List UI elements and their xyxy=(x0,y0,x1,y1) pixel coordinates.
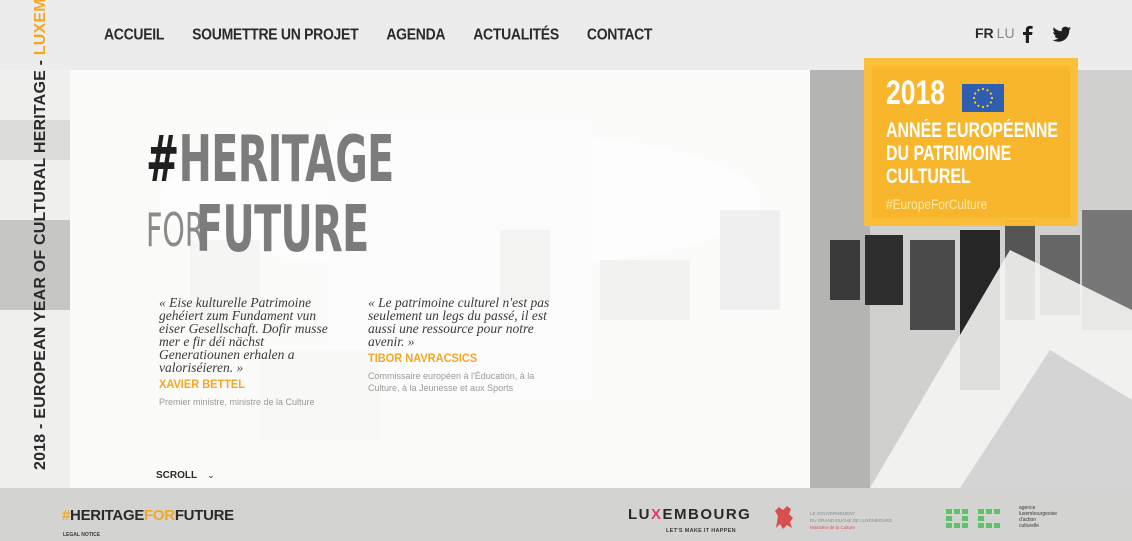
nav-item-accueil[interactable]: ACCUEIL xyxy=(104,25,164,43)
footer-logo-future: FUTURE xyxy=(174,507,234,524)
quote-author: XAVIER BETTEL xyxy=(159,378,245,392)
side-vertical-title: 2018 - EUROPEAN YEAR OF CULTURAL HERITAG… xyxy=(32,0,50,470)
gov-line-3: Ministère de la Culture xyxy=(810,525,856,530)
oc-agency-logo[interactable]: agence luxembourgeoise d'action culturel… xyxy=(944,505,1057,536)
legal-notice-link[interactable]: LEGAL NOTICE xyxy=(63,532,100,538)
side-title-country: LUXEMBOURG xyxy=(32,0,49,55)
scroll-label: SCROLL xyxy=(156,470,198,481)
quote-author: TIBOR NAVRACSICS xyxy=(368,352,478,366)
language-switcher: FR LU xyxy=(975,25,1015,41)
nav-item-soumettre-un-projet[interactable]: SOUMETTRE UN PROJET xyxy=(192,25,359,43)
badge-hashtag: #EuropeForCulture xyxy=(886,196,988,212)
quote-bettel: « Eise kulturelle Patrimoine gehéiert zu… xyxy=(159,296,344,408)
hero-hash: # xyxy=(146,123,179,197)
language-fr[interactable]: FR xyxy=(975,25,994,41)
facebook-icon[interactable] xyxy=(1018,24,1038,44)
badge-line-3: CULTUREL xyxy=(886,165,971,188)
quote-role: Premier ministre, ministre de la Culture xyxy=(159,397,315,407)
badge-year: 2018 xyxy=(886,74,945,112)
badge-line-1: ANNÉE EUROPÉENNE xyxy=(886,119,1059,142)
quote-role: Commissaire européen à l'Éducation, à la… xyxy=(368,371,535,393)
hero-heritage-line: #HERITAGE xyxy=(146,128,394,192)
lux-x: X xyxy=(651,506,663,523)
oc-logo-icon xyxy=(946,509,1000,528)
footer-logo-for: FOR xyxy=(144,507,175,524)
scroll-button[interactable]: SCROLL ⌄ xyxy=(156,470,215,481)
oc-line-4: culturelle xyxy=(1019,523,1040,529)
european-year-badge: 2018 ANNÉE EUROPÉENNE DU PATRIMOINE CULT… xyxy=(864,58,1078,226)
nav-item-contact[interactable]: CONTACT xyxy=(587,25,653,43)
badge-line-2: DU PATRIMOINE xyxy=(886,142,1012,165)
hero-future: FUTURE xyxy=(196,193,369,267)
footer-heritage-logo[interactable]: #HERITAGEFORFUTURE xyxy=(62,507,234,525)
gov-line-2: DU GRAND-DUCHÉ DE LUXEMBOURG xyxy=(810,518,893,523)
hero-heritage: HERITAGE xyxy=(178,123,395,197)
quote-navracsics: « Le patrimoine culturel n'est pas seule… xyxy=(368,296,558,394)
footer-logo-hash: # xyxy=(62,507,71,524)
quote-text: « Le patrimoine culturel n'est pas seule… xyxy=(368,295,550,349)
lion-icon xyxy=(775,506,793,529)
lux-pre: LU xyxy=(628,506,651,523)
lux-post: EMBOURG xyxy=(662,506,752,523)
nav-item-agenda[interactable]: AGENDA xyxy=(386,25,445,43)
luxembourg-wordmark: LUXEMBOURG xyxy=(628,506,751,523)
footer-logo-heritage: HERITAGE xyxy=(70,507,145,524)
social-links xyxy=(1018,24,1072,44)
side-title-year: 2018 - EUROPEAN YEAR OF CULTURAL HERITAG… xyxy=(32,55,49,470)
luxembourg-slogan: LET'S MAKE IT HAPPEN xyxy=(666,528,736,534)
quote-text: « Eise kulturelle Patrimoine gehéiert zu… xyxy=(159,295,328,375)
twitter-icon[interactable] xyxy=(1052,24,1072,44)
oc-agency-text: agence luxembourgeoise d'action culturel… xyxy=(1019,505,1079,529)
chevron-down-icon: ⌄ xyxy=(207,470,215,480)
main-navigation: ACCUEIL SOUMETTRE UN PROJET AGENDA ACTUA… xyxy=(104,25,653,43)
luxembourg-brand-logo[interactable]: LUXEMBOURG LET'S MAKE IT HAPPEN xyxy=(628,506,751,534)
government-text: LE GOUVERNEMENT DU GRAND-DUCHÉ DE LUXEMB… xyxy=(810,510,960,531)
gov-line-1: LE GOUVERNEMENT xyxy=(810,511,856,516)
language-lu[interactable]: LU xyxy=(997,25,1015,41)
page: ACCUEIL SOUMETTRE UN PROJET AGENDA ACTUA… xyxy=(0,0,1132,541)
hero-future-line: FOR FUTURE xyxy=(146,198,369,262)
eu-flag-icon xyxy=(962,84,1004,112)
government-logo[interactable]: LE GOUVERNEMENT DU GRAND-DUCHÉ DE LUXEMB… xyxy=(770,502,892,537)
nav-item-actualites[interactable]: ACTUALITÉS xyxy=(473,25,559,43)
